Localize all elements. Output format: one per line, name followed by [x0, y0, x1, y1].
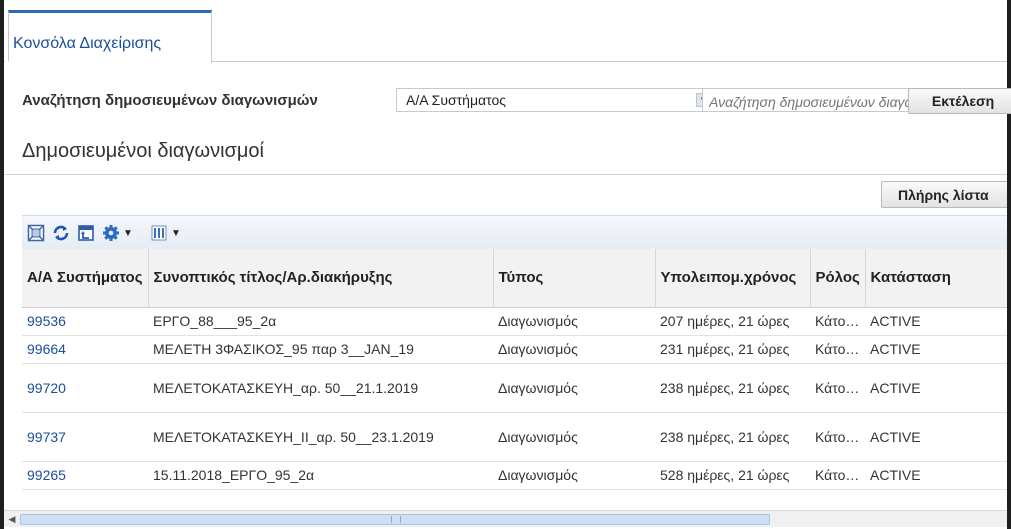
tender-title: ΜΕΛΕΤΟΚΑΤΑΣΚΕΥΗ_αρ. 50__21.1.2019: [148, 363, 493, 413]
table-header-row: Α/Α Συστήματος Συνοπτικός τίτλος/Αρ.διακ…: [22, 249, 1007, 308]
window-border-left: [0, 0, 4, 529]
refresh-icon[interactable]: [52, 224, 70, 242]
detach-icon[interactable]: [27, 224, 45, 242]
search-input[interactable]: [702, 88, 923, 112]
active-tab-indicator: [5, 61, 207, 63]
table-toolbar: ▼ ▼: [22, 215, 1007, 249]
tender-id-link[interactable]: 99720: [27, 380, 66, 396]
tender-remaining: 528 ημέρες, 21 ώρες: [655, 461, 810, 490]
full-list-button[interactable]: Πλήρης λίστα: [881, 181, 1007, 208]
settings-icon[interactable]: [102, 224, 120, 242]
window-border-right: [1007, 0, 1011, 529]
column-header-status[interactable]: Κατάσταση: [864, 249, 1007, 308]
table-row[interactable]: 99737 ΜΕΛΕΤΟΚΑΤΑΣΚΕΥΗ_II_αρ. 50__23.1.20…: [22, 412, 1007, 462]
execute-button[interactable]: Εκτέλεση: [908, 88, 1011, 114]
tender-role: Κάτο…: [810, 363, 865, 413]
tender-title: 15.11.2018_ΕΡΓΟ_95_2α: [148, 461, 493, 490]
tab-bar: Κονσόλα Διαχείρισης: [4, 0, 1007, 63]
tab-admin-console[interactable]: Κονσόλα Διαχείρισης: [8, 10, 212, 63]
search-field-select[interactable]: Α/Α Συστήματος ▼: [396, 88, 713, 112]
column-header-role[interactable]: Ρόλος: [809, 249, 865, 308]
page-title: Δημοσιευμένοι διαγωνισμοί: [22, 140, 264, 162]
scrollbar-grip-icon: [391, 516, 401, 523]
tender-id-link[interactable]: 99664: [27, 341, 66, 357]
tender-type: Διαγωνισμός: [493, 412, 655, 462]
columns-dropdown-caret-icon[interactable]: ▼: [171, 228, 181, 239]
search-field-select-value: Α/Α Συστήματος: [406, 92, 506, 108]
column-header-id[interactable]: Α/Α Συστήματος: [22, 249, 148, 308]
table-row[interactable]: 99664 ΜΕΛΕΤΗ 3ΦΑΣΙΚΟΣ_95 παρ 3__JAN_19 Δ…: [22, 335, 1007, 364]
column-header-remaining[interactable]: Υπολειπομ.χρόνος: [654, 249, 810, 308]
tender-status: ACTIVE: [865, 363, 1007, 413]
horizontal-scrollbar[interactable]: ◀: [4, 510, 1007, 527]
tender-remaining: 238 ημέρες, 21 ώρες: [655, 412, 810, 462]
tender-id-link[interactable]: 99265: [27, 467, 66, 483]
tender-status: ACTIVE: [865, 335, 1007, 364]
export-icon[interactable]: [77, 224, 95, 242]
tender-type: Διαγωνισμός: [493, 307, 655, 336]
tender-role: Κάτο…: [810, 335, 865, 364]
tender-type: Διαγωνισμός: [493, 335, 655, 364]
table-row[interactable]: 99720 ΜΕΛΕΤΟΚΑΤΑΣΚΕΥΗ_αρ. 50__21.1.2019 …: [22, 363, 1007, 413]
tender-id-link[interactable]: 99737: [27, 429, 66, 445]
tender-type: Διαγωνισμός: [493, 363, 655, 413]
search-label: Αναζήτηση δημοσιευμένων διαγωνισμών: [22, 91, 318, 109]
scrollbar-thumb[interactable]: [20, 514, 770, 525]
tender-remaining: 231 ημέρες, 21 ώρες: [655, 335, 810, 364]
table-row[interactable]: 99536 ΕΡΓΟ_88___95_2α Διαγωνισμός 207 ημ…: [22, 307, 1007, 336]
tender-id-link[interactable]: 99536: [27, 313, 66, 329]
tender-role: Κάτο…: [810, 412, 865, 462]
tender-title: ΕΡΓΟ_88___95_2α: [148, 307, 493, 336]
tender-status: ACTIVE: [865, 461, 1007, 490]
tender-role: Κάτο…: [810, 307, 865, 336]
search-row: Αναζήτηση δημοσιευμένων διαγωνισμών Α/Α …: [22, 88, 1011, 114]
tender-status: ACTIVE: [865, 412, 1007, 462]
column-header-title[interactable]: Συνοπτικός τίτλος/Αρ.διακήρυξης: [147, 249, 493, 308]
tender-title: ΜΕΛΕΤΗ 3ΦΑΣΙΚΟΣ_95 παρ 3__JAN_19: [148, 335, 493, 364]
tender-remaining: 238 ημέρες, 21 ώρες: [655, 363, 810, 413]
settings-dropdown-caret-icon[interactable]: ▼: [123, 228, 133, 239]
columns-icon[interactable]: [150, 224, 168, 242]
tender-status: ACTIVE: [865, 307, 1007, 336]
tender-title: ΜΕΛΕΤΟΚΑΤΑΣΚΕΥΗ_II_αρ. 50__23.1.2019: [148, 412, 493, 462]
tender-remaining: 207 ημέρες, 21 ώρες: [655, 307, 810, 336]
tender-type: Διαγωνισμός: [493, 461, 655, 490]
scroll-left-arrow-icon[interactable]: ◀: [6, 513, 18, 525]
tenders-table: Α/Α Συστήματος Συνοπτικός τίτλος/Αρ.διακ…: [22, 249, 1007, 490]
tender-role: Κάτο…: [810, 461, 865, 490]
title-divider: [4, 174, 1007, 175]
table-row[interactable]: 99265 15.11.2018_ΕΡΓΟ_95_2α Διαγωνισμός …: [22, 461, 1007, 490]
column-header-type[interactable]: Τύπος: [492, 249, 655, 308]
